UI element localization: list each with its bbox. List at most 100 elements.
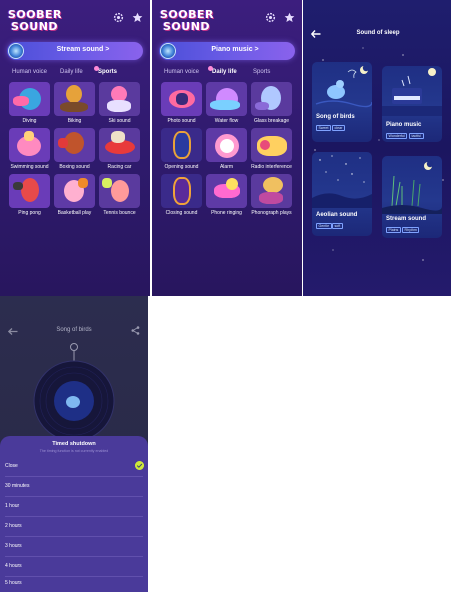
tile-label: Phone ringing	[211, 210, 242, 216]
tile-label: Phonograph plays	[251, 210, 292, 216]
sound-tile[interactable]: Radio interference	[251, 128, 292, 170]
sound-tile[interactable]: Ski sound	[99, 82, 140, 124]
chevron-right-icon: >	[254, 46, 259, 53]
sound-tile[interactable]: Phonograph plays	[251, 174, 292, 216]
category-tabs: Human voice Daily life Sports	[6, 66, 146, 81]
active-tab-indicator	[208, 66, 213, 71]
sound-tile[interactable]: Phone ringing	[206, 174, 247, 216]
door-icon	[161, 128, 202, 162]
tab-sports[interactable]: Sports	[94, 66, 117, 75]
sound-tile[interactable]: Alarm	[206, 128, 247, 170]
featured-sound-banner[interactable]: Stream sound >	[7, 42, 143, 60]
sleep-card[interactable]: Stream sound Plains Rhythm	[382, 156, 442, 238]
check-icon	[135, 461, 144, 470]
stream-icon	[382, 160, 442, 214]
racing-car-icon	[99, 128, 140, 162]
sheet-subtitle: The timing function is not currently ena…	[39, 449, 109, 453]
tile-label: Biking	[67, 118, 82, 124]
sound-tile[interactable]: Tennis bounce	[99, 174, 140, 216]
card-title: Song of birds	[316, 114, 355, 120]
card-tag: Wonderful	[386, 133, 408, 139]
sleep-card[interactable]: Song of birds Sweet clear	[312, 62, 372, 142]
sound-tile[interactable]: Biking	[54, 82, 95, 124]
timer-option-30-minutes[interactable]: 30 minutes	[0, 477, 148, 497]
starfield-decoration	[314, 47, 444, 261]
sound-tile[interactable]: Ping pong	[9, 174, 50, 216]
sound-tile[interactable]: Diving	[9, 82, 50, 124]
star-icon[interactable]	[132, 12, 143, 23]
tile-label: Alarm	[219, 164, 234, 170]
tab-human-voice[interactable]: Human voice	[12, 69, 47, 75]
settings-gear-icon[interactable]	[265, 12, 276, 23]
diver-icon	[9, 82, 50, 116]
sound-tile[interactable]: Opening sound	[161, 128, 202, 170]
tile-label: Water flow	[214, 118, 239, 124]
sound-tile[interactable]: Water flow	[206, 82, 247, 124]
card-tag: Plains	[386, 227, 401, 233]
settings-gear-icon[interactable]	[113, 12, 124, 23]
tile-label: Boxing sound	[59, 164, 90, 170]
sleep-card[interactable]: Aeolian sound Gentle soft	[312, 152, 372, 236]
chevron-right-icon: >	[105, 46, 110, 53]
timer-option-3-hours[interactable]: 3 hours	[0, 537, 148, 557]
vinyl-disc-icon	[8, 43, 24, 59]
player-screen: Song of birds Timed shutdown The timing …	[0, 296, 148, 592]
sound-tile[interactable]: Glass breakage	[251, 82, 292, 124]
tile-label: Diving	[22, 118, 37, 124]
swim-ring-icon	[9, 128, 50, 162]
screenshot-collage: SOOBER SOUND Stream sound > Human voice …	[0, 0, 451, 592]
timer-option-1-hour[interactable]: 1 hour	[0, 497, 148, 517]
share-icon[interactable]	[131, 326, 140, 335]
card-tag: soft	[332, 223, 343, 229]
timed-shutdown-sheet: Timed shutdown The timing function is no…	[0, 436, 148, 592]
player-title: Song of birds	[56, 327, 92, 333]
tab-daily-life[interactable]: Daily life	[208, 66, 237, 75]
option-label: 5 hours	[5, 580, 22, 586]
wind-icon	[312, 155, 372, 208]
tile-label: Tennis bounce	[103, 210, 136, 216]
card-title: Stream sound	[386, 216, 427, 222]
basketball-player-icon	[54, 174, 95, 208]
tile-label: Photo sound	[167, 118, 196, 124]
card-tag: tactful	[409, 133, 424, 139]
sheet-title: Timed shutdown	[52, 441, 96, 447]
card-tag: Rhythm	[402, 227, 420, 233]
option-label: Close	[5, 463, 18, 469]
sleep-card[interactable]: Piano music Wonderful tactful	[382, 66, 442, 142]
boxer-icon	[54, 128, 95, 162]
card-tag: Sweet	[316, 125, 331, 131]
bird-icon	[315, 64, 372, 108]
sound-tile[interactable]: Closing sound	[161, 174, 202, 216]
tennis-player-icon	[99, 174, 140, 208]
timer-option-close[interactable]: Close	[0, 457, 148, 477]
sound-tile[interactable]: Swimming sound	[9, 128, 50, 170]
star-icon[interactable]	[284, 12, 295, 23]
category-tabs: Human voice Daily life Sports	[158, 66, 298, 81]
piano-icon	[382, 68, 442, 116]
water-drop-icon	[206, 82, 247, 116]
card-tag: Gentle	[316, 223, 332, 229]
broken-glass-icon	[251, 82, 292, 116]
timer-option-2-hours[interactable]: 2 hours	[0, 517, 148, 537]
sound-tile[interactable]: Photo sound	[161, 82, 202, 124]
tile-label: Radio interference	[251, 164, 292, 170]
sound-tile[interactable]: Basketball play	[54, 174, 95, 216]
closing-door-icon	[161, 174, 202, 208]
card-title: Aeolian sound	[316, 212, 358, 218]
card-tag: clear	[332, 125, 345, 131]
sound-tile[interactable]: Racing car	[99, 128, 140, 170]
tile-label: Closing sound	[165, 210, 198, 216]
timer-option-5-hours[interactable]: 5 hours	[0, 574, 148, 592]
featured-sound-banner[interactable]: Piano music >	[159, 42, 295, 60]
biker-icon	[54, 82, 95, 116]
tab-daily-life[interactable]: Daily life	[60, 69, 83, 75]
banner-label: Stream sound	[56, 46, 104, 53]
card-title: Piano music	[386, 122, 422, 128]
tab-sports[interactable]: Sports	[253, 69, 270, 75]
option-label: 4 hours	[5, 563, 22, 569]
sound-tile[interactable]: Boxing sound	[54, 128, 95, 170]
back-arrow-icon[interactable]	[8, 328, 18, 335]
sleep-sounds-screen: Sound of sleep Song of birds Sweet clear	[303, 0, 451, 296]
tab-human-voice[interactable]: Human voice	[164, 69, 199, 75]
skier-icon	[99, 82, 140, 116]
